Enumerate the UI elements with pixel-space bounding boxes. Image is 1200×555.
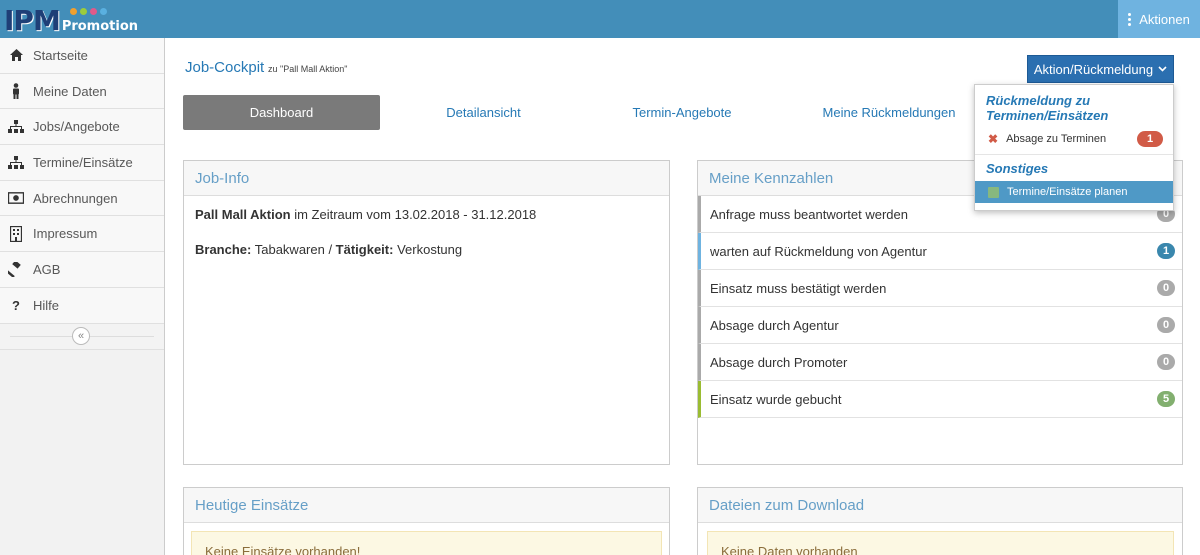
sidebar-item-label: Hilfe bbox=[33, 297, 60, 313]
kennzahl-row[interactable]: Absage durch Promoter 0 bbox=[698, 344, 1182, 381]
tab-meine-rueckmeldungen[interactable]: Meine Rückmeldungen bbox=[815, 95, 963, 130]
kennzahl-label: Einsatz muss bestätigt werden bbox=[710, 280, 887, 296]
calendar-icon bbox=[988, 186, 999, 198]
logo-main-text: IPM bbox=[4, 4, 61, 37]
kennzahl-label: Absage durch Agentur bbox=[710, 317, 839, 333]
job-info-widget: Job-Info Pall Mall Aktion im Zeitraum vo… bbox=[183, 160, 670, 465]
kennzahl-row[interactable]: Einsatz wurde gebucht 5 bbox=[698, 381, 1182, 418]
question-icon: ? bbox=[12, 297, 20, 313]
sidebar-item-agb[interactable]: AGB bbox=[0, 252, 164, 288]
sidebar-item-startseite[interactable]: Startseite bbox=[0, 38, 164, 74]
dateien-title: Dateien zum Download bbox=[698, 488, 1182, 523]
sidebar-item-jobs-angebote[interactable]: Jobs/Angebote bbox=[0, 109, 164, 146]
kennzahl-label: Absage durch Promoter bbox=[710, 354, 848, 370]
logo-dots-graphic bbox=[69, 8, 107, 15]
dropdown-item-absage[interactable]: ✖ Absage zu Terminen 1 bbox=[975, 128, 1173, 150]
top-navbar: IPM Promotion Aktionen bbox=[0, 0, 1200, 38]
kennzahl-row[interactable]: warten auf Rückmeldung von Agentur 1 bbox=[698, 233, 1182, 270]
heutige-einsaetze-title: Heutige Einsätze bbox=[184, 488, 669, 523]
kennzahl-count-badge: 5 bbox=[1157, 391, 1175, 407]
tab-dashboard[interactable]: Dashboard bbox=[183, 95, 380, 130]
tab-detailansicht[interactable]: Detailansicht bbox=[420, 95, 547, 130]
dropdown-header-sonstiges: Sonstiges bbox=[986, 161, 1049, 176]
actions-menu-button[interactable]: Aktionen bbox=[1118, 0, 1200, 38]
sidebar-item-label: Abrechnungen bbox=[33, 190, 118, 206]
actions-label: Aktionen bbox=[1139, 11, 1190, 27]
kennzahl-row[interactable]: Einsatz muss bestätigt werden 0 bbox=[698, 270, 1182, 307]
sidebar-collapse-row: « bbox=[0, 323, 164, 350]
close-icon: ✖ bbox=[988, 132, 999, 146]
dropdown-item-label: Absage zu Terminen bbox=[1006, 133, 1107, 145]
kennzahl-count-badge: 0 bbox=[1157, 354, 1175, 370]
kennzahlen-list: Anfrage muss beantwortet werden 0 warten a… bbox=[698, 196, 1182, 418]
kennzahl-label: Einsatz wurde gebucht bbox=[710, 391, 842, 407]
kennzahl-count-badge: 1 bbox=[1157, 243, 1175, 259]
gavel-icon bbox=[8, 261, 24, 277]
building-icon bbox=[8, 225, 24, 242]
sidebar-item-label: AGB bbox=[33, 261, 61, 277]
aktion-button-label: Aktion/Rückmeldung bbox=[1033, 61, 1154, 77]
kennzahl-label: warten auf Rückmeldung von Agentur bbox=[710, 243, 927, 259]
dropdown-divider bbox=[975, 154, 1173, 155]
sidebar-item-label: Meine Daten bbox=[33, 83, 107, 99]
job-info-period: Pall Mall Aktion im Zeitraum vom 13.02.2… bbox=[195, 207, 537, 222]
sidebar-item-hilfe[interactable]: ? Hilfe bbox=[0, 287, 164, 324]
money-icon bbox=[8, 190, 24, 206]
aktion-rueckmeldung-button[interactable]: Aktion/Rückmeldung bbox=[1027, 55, 1174, 83]
sidebar-item-termine-einsaetze[interactable]: Termine/Einsätze bbox=[0, 145, 164, 181]
sidebar-item-label: Termine/Einsätze bbox=[33, 154, 133, 170]
home-icon bbox=[8, 47, 24, 63]
sidebar-item-label: Impressum bbox=[33, 226, 98, 242]
chevron-down-icon bbox=[1158, 66, 1167, 72]
kennzahl-label: Anfrage muss beantwortet werden bbox=[710, 206, 908, 222]
dateien-empty-alert: Keine Daten vorhanden bbox=[707, 531, 1174, 555]
sidebar-item-abrechnungen[interactable]: Abrechnungen bbox=[0, 180, 164, 217]
sidebar-item-impressum[interactable]: Impressum bbox=[0, 216, 164, 253]
sidebar-item-label: Jobs/Angebote bbox=[33, 119, 120, 135]
tab-termin-angebote[interactable]: Termin-Angebote bbox=[612, 95, 752, 130]
user-icon bbox=[8, 83, 24, 100]
job-info-title: Job-Info bbox=[184, 161, 669, 196]
double-chevron-left-icon[interactable]: « bbox=[72, 326, 90, 345]
job-info-branche: Branche: Tabakwaren / Tätigkeit: Verkost… bbox=[195, 242, 463, 257]
vertical-dots-icon bbox=[1128, 12, 1132, 26]
kennzahl-count-badge: 0 bbox=[1157, 317, 1175, 333]
app-logo[interactable]: IPM Promotion bbox=[4, 2, 138, 36]
sidebar-item-label: Startseite bbox=[33, 47, 88, 63]
dropdown-item-termine-planen[interactable]: Termine/Einsätze planen bbox=[975, 181, 1173, 203]
dropdown-header-rueckmeldung: Rückmeldung zu Terminen/Einsätzen bbox=[986, 93, 1109, 123]
kennzahl-count-badge: 0 bbox=[1157, 280, 1175, 296]
sidebar: Startseite Meine Daten Jobs/Angebote Ter… bbox=[0, 38, 165, 555]
dropdown-item-label: Termine/Einsätze planen bbox=[1007, 186, 1128, 198]
sidebar-item-meine-daten[interactable]: Meine Daten bbox=[0, 73, 164, 110]
aktion-dropdown-menu: Rückmeldung zu Terminen/Einsätzen ✖ Absa… bbox=[974, 84, 1174, 211]
sitemap-icon bbox=[8, 119, 24, 135]
page-subtitle: zu "Pall Mall Aktion" bbox=[268, 64, 348, 74]
logo-sub-text: Promotion bbox=[62, 8, 138, 36]
kennzahl-row[interactable]: Absage durch Agentur 0 bbox=[698, 307, 1182, 344]
absage-count-badge: 1 bbox=[1137, 131, 1163, 147]
page-title: Job-Cockpit bbox=[185, 59, 265, 76]
heutige-empty-alert: Keine Einsätze vorhanden! bbox=[191, 531, 662, 555]
sitemap-icon bbox=[8, 154, 24, 170]
